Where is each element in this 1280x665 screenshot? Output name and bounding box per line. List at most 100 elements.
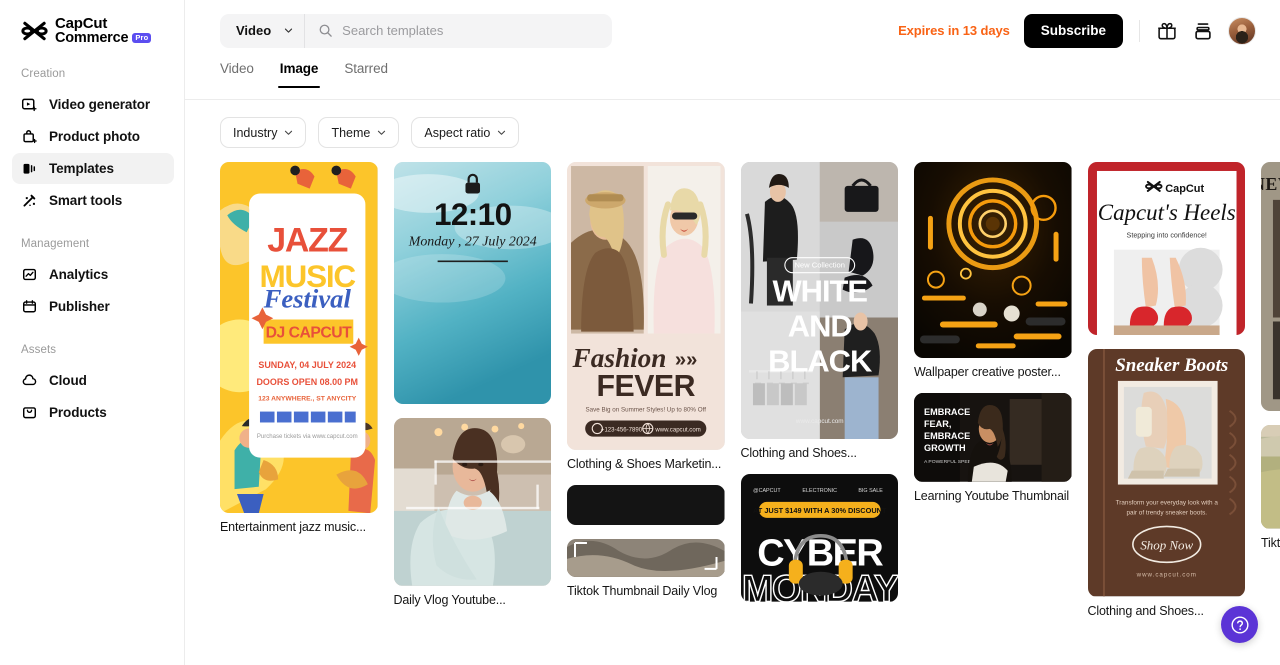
template-card-daily-vlog[interactable]: Daily Vlog Youtube... [393,418,551,607]
tab-starred[interactable]: Starred [344,61,388,87]
white-and-black-art: New Collection WHITE AND BLACK www.capcu… [740,162,898,440]
svg-text:Sneaker Boots: Sneaker Boots [1115,355,1228,376]
svg-text:123 ANYWHERE., ST ANYCITY: 123 ANYWHERE., ST ANYCITY [258,396,356,403]
template-card-tiktok-day-in[interactable]: Tiktok Thumbnail a Day In... [1261,425,1280,550]
svg-text:Fashion: Fashion [572,343,667,373]
filter-label: Aspect ratio [424,125,491,140]
app-root: CapCut Commerce Pro Creation Video gener… [0,0,1280,665]
sidebar-item-smart-tools[interactable]: Smart tools [12,185,174,216]
svg-text:AND: AND [787,308,852,343]
svg-text:www.capcut.com: www.capcut.com [1135,572,1196,579]
chevron-down-icon [378,130,386,135]
search-scope-select[interactable]: Video [220,13,306,48]
lockscreen-art: 12:10 Monday , 27 July 2024 [393,162,551,405]
svg-text:DJ CAPCUT: DJ CAPCUT [266,325,353,342]
sidebar-item-publisher[interactable]: Publisher [12,291,174,322]
template-caption: Learning Youtube Thumbnail [914,489,1070,504]
template-card-partial-dark[interactable] [567,484,725,526]
sidebar-heading-assets: Assets [21,344,57,357]
template-card-jazz[interactable]: JAZZ MUSIC Festival DJ CAPCUT SUNDAY, 04… [220,162,378,534]
sidebar-section-assets: Assets Cloud Products [0,344,184,428]
gift-icon[interactable] [1156,20,1178,42]
search-bar: Video [220,13,612,48]
svg-text:JAZZ: JAZZ [267,222,347,260]
sidebar-item-label: Product photo [49,129,140,145]
template-thumbnail [393,418,551,586]
svg-text:NEW COLLECTION: NEW COLLECTION [1261,174,1280,194]
top-bar: Video Expires in 13 days Subscribe [185,0,1280,61]
brand-name-line2: Commerce [55,30,129,47]
template-card-cyber-monday[interactable]: @CAPCUT ELECTRONIC BIG SALE AT JUST $149… [740,474,898,602]
sidebar-section-creation: Creation Video generator Product photo T… [0,68,184,216]
template-thumbnail: EMBRACE FEAR, EMBRACE GROWTH A POWERFUL … [914,393,1072,483]
template-caption: Clothing and Shoes... [740,446,858,461]
template-thumbnail [914,162,1072,359]
template-card-sneaker-boots[interactable]: Sneaker Boots Transform your everyday lo… [1087,349,1245,618]
capcut-heels-art: CapCut Capcut's Heels Stepping into conf… [1087,162,1245,336]
svg-text:Purchase tickets via www.capcu: Purchase tickets via www.capcut.com [257,434,358,440]
sidebar-item-templates[interactable]: Templates [12,153,174,185]
sidebar-item-product-photo[interactable]: Product photo [12,121,174,152]
product-photo-icon [23,130,37,144]
template-caption: Daily Vlog Youtube... [393,592,506,607]
template-card-fashion-fever[interactable]: Fashion »» FEVER Save Big on Summer Styl… [567,162,725,471]
svg-text:@CAPCUT: @CAPCUT [753,488,781,494]
svg-text:CapCut: CapCut [1165,183,1204,195]
fashion-fever-art: Fashion »» FEVER Save Big on Summer Styl… [567,162,725,450]
sidebar-item-label: Analytics [49,267,109,283]
help-button[interactable] [1221,606,1258,643]
sidebar-item-video-generator[interactable]: Video generator [12,89,174,120]
brand-logo-block[interactable]: CapCut Commerce Pro [0,0,184,46]
filter-theme[interactable]: Theme [318,117,400,148]
template-card-new-collection[interactable]: NEW COLLECTION [1261,162,1280,412]
template-thumbnail [567,539,725,577]
svg-text:WHITE: WHITE [772,274,867,309]
sidebar-item-label: Cloud [49,373,87,389]
jazz-poster-art: JAZZ MUSIC Festival DJ CAPCUT SUNDAY, 04… [220,162,378,514]
svg-text:New Collection: New Collection [794,261,844,270]
top-bar-right: Expires in 13 days Subscribe [898,13,1256,48]
search-icon [319,24,332,37]
filter-industry[interactable]: Industry [220,117,307,148]
svg-text:pair of trendy sneaker boots.: pair of trendy sneaker boots. [1126,510,1207,517]
template-caption: Clothing and Shoes... [1087,603,1205,618]
main-content: Video Expires in 13 days Subscribe [185,0,1280,665]
expires-text: Expires in 13 days [898,23,1010,38]
sidebar-item-analytics[interactable]: Analytics [12,259,174,290]
filter-bar: Industry Theme Aspect ratio [185,100,1280,162]
chevron-down-icon [285,130,293,135]
tab-video[interactable]: Video [220,61,254,87]
template-caption: Wallpaper creative poster... [914,365,1061,380]
sidebar-item-label: Smart tools [49,193,123,209]
template-card-learning-thumbnail[interactable]: EMBRACE FEAR, EMBRACE GROWTH A POWERFUL … [914,393,1072,503]
inbox-icon[interactable] [1192,20,1214,42]
learning-thumbnail-art: EMBRACE FEAR, EMBRACE GROWTH A POWERFUL … [914,393,1072,483]
template-thumbnail: @CAPCUT ELECTRONIC BIG SALE AT JUST $149… [740,474,898,602]
tab-image[interactable]: Image [277,61,320,88]
sidebar-item-cloud[interactable]: Cloud [12,365,174,396]
template-card-tiktok-daily-vlog[interactable]: Tiktok Thumbnail Daily Vlog [567,539,725,598]
svg-text:www.capcut.com: www.capcut.com [654,428,700,434]
svg-text:Shop Now: Shop Now [1140,538,1193,553]
filter-aspect-ratio[interactable]: Aspect ratio [411,117,520,148]
sidebar-item-products[interactable]: Products [12,397,174,428]
subscribe-button[interactable]: Subscribe [1023,13,1123,48]
template-card-capcut-heels[interactable]: CapCut Capcut's Heels Stepping into conf… [1087,162,1245,336]
sidebar-heading-creation: Creation [21,68,66,81]
template-card-lockscreen[interactable]: 12:10 Monday , 27 July 2024 [393,162,551,405]
template-card-white-and-black[interactable]: New Collection WHITE AND BLACK www.capcu… [740,162,898,461]
svg-text:GROWTH: GROWTH [924,443,966,453]
svg-text:FEVER: FEVER [597,370,696,403]
svg-text:Festival: Festival [263,283,352,313]
search-input[interactable] [342,23,612,38]
svg-text:BIG SALE: BIG SALE [858,488,883,494]
template-card-wallpaper[interactable]: Wallpaper creative poster... [914,162,1072,379]
avatar[interactable] [1228,16,1256,45]
chevron-down-icon [498,130,506,135]
pro-badge: Pro [132,32,152,43]
smart-tools-icon [23,194,36,207]
svg-text:AT JUST $149 WITH A 30% DISCOU: AT JUST $149 WITH A 30% DISCOUNT [753,506,887,515]
partial-dark-art [567,484,725,526]
svg-text:FEAR,: FEAR, [924,419,951,429]
svg-text:EMBRACE: EMBRACE [924,431,970,441]
